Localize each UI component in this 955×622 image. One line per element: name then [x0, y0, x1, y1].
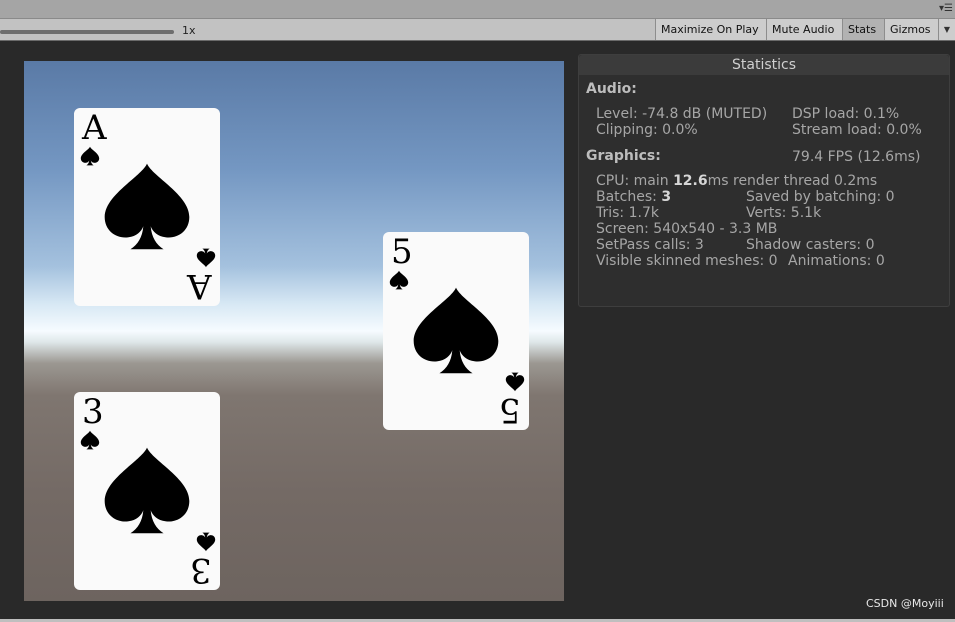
spade-icon: [101, 444, 193, 536]
setpass-calls: SetPass calls: 3: [596, 237, 704, 253]
batches-value: 3: [661, 189, 672, 205]
visible-skinned-meshes: Visible skinned meshes: 0: [596, 253, 778, 269]
batches-readout: Batches: 3: [596, 189, 671, 205]
card-rank-top: 3: [82, 392, 104, 432]
spade-icon: [410, 284, 502, 376]
cpu-readout: CPU: main 12.6ms render thread 0.2ms: [596, 173, 877, 189]
mute-audio-button[interactable]: Mute Audio: [766, 19, 842, 40]
fps-readout: 79.4 FPS (12.6ms): [792, 149, 921, 165]
card-rank-bottom: A: [187, 266, 212, 306]
card-rank-top: A: [82, 108, 107, 148]
statistics-title: Statistics: [579, 55, 949, 75]
editor-top-strip: ▾☰: [0, 0, 955, 18]
spade-icon: [101, 160, 193, 252]
scale-slider[interactable]: [0, 30, 174, 34]
spade-icon: [389, 270, 409, 290]
animations-count: Animations: 0: [788, 253, 885, 269]
screen-readout: Screen: 540x540 - 3.3 MB: [596, 221, 778, 237]
stats-button[interactable]: Stats: [842, 19, 884, 40]
cpu-main-value: 12.6: [673, 173, 708, 189]
statistics-panel: Statistics Audio: Level: -74.8 dB (MUTED…: [578, 54, 950, 307]
card-rank-bottom: 5: [499, 390, 521, 430]
audio-clipping: Clipping: 0.0%: [596, 122, 698, 138]
stream-load: Stream load: 0.0%: [792, 122, 922, 138]
dsp-load: DSP load: 0.1%: [792, 106, 900, 122]
spade-icon: [80, 146, 100, 166]
shadow-casters: Shadow casters: 0: [746, 237, 875, 253]
dropdown-arrow-icon[interactable]: ▼: [938, 19, 955, 40]
card-five-of-spades[interactable]: 5 5: [383, 232, 529, 430]
card-ace-of-spades[interactable]: A A: [74, 108, 220, 306]
cpu-prefix: CPU: main: [596, 173, 674, 189]
audio-level: Level: -74.8 dB (MUTED): [596, 106, 768, 122]
cpu-suffix: ms render thread 0.2ms: [707, 173, 878, 189]
menu-icon[interactable]: ▾☰: [939, 4, 953, 14]
graphics-heading: Graphics:: [586, 148, 661, 164]
card-rank-bottom: 3: [190, 550, 212, 590]
spade-icon: [196, 532, 216, 552]
batches-prefix: Batches:: [596, 189, 662, 205]
gizmos-button[interactable]: Gizmos: [884, 19, 938, 40]
game-view-toolbar: 1x Maximize On Play Mute Audio Stats Giz…: [0, 18, 955, 41]
tris-readout: Tris: 1.7k: [596, 205, 659, 221]
card-rank-top: 5: [391, 232, 413, 272]
game-viewport[interactable]: A A 5 5 3 3: [24, 61, 564, 601]
spade-icon: [196, 248, 216, 268]
spade-icon: [505, 372, 525, 392]
scale-label: 1x: [182, 24, 196, 37]
watermark: CSDN @Moyiii: [866, 597, 944, 610]
audio-heading: Audio:: [586, 81, 637, 97]
verts-readout: Verts: 5.1k: [746, 205, 822, 221]
maximize-on-play-button[interactable]: Maximize On Play: [655, 19, 766, 40]
spade-icon: [80, 430, 100, 450]
saved-by-batching: Saved by batching: 0: [746, 189, 895, 205]
card-three-of-spades[interactable]: 3 3: [74, 392, 220, 590]
